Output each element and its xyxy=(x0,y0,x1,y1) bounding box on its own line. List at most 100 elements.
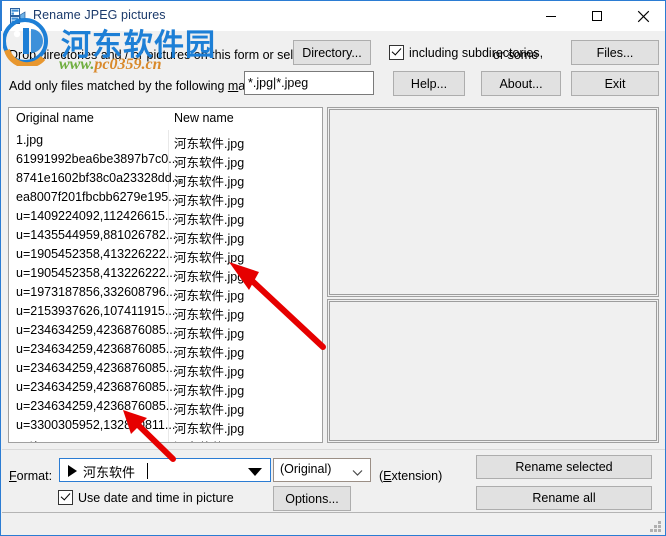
checkbox-checked-icon xyxy=(58,490,73,505)
resize-grip[interactable] xyxy=(649,520,662,533)
cell-new-name: 河东软件.jpg xyxy=(174,365,245,379)
table-row[interactable]: u=3300305952,132870811... 河东软件.jpg xyxy=(9,417,322,436)
cell-new-name: 河东软件.jpg xyxy=(174,270,245,284)
rename-jpeg-pictures-window: Rename JPEG pictures Drop directories an… xyxy=(0,0,666,536)
cell-original-name: u=3300305952,132870811... xyxy=(16,418,176,432)
cell-new-name: 河东软件.jpg xyxy=(174,232,245,246)
file-list-header: Original name New name xyxy=(9,108,322,130)
cell-new-name: 河东软件.jpg xyxy=(174,194,245,208)
exit-button[interactable]: Exit xyxy=(571,71,659,96)
cell-original-name: ea8007f201fbcbb6279e195... xyxy=(16,190,179,204)
maximize-button[interactable] xyxy=(574,1,620,31)
format-label: Format: xyxy=(9,469,52,483)
table-row[interactable]: u=1409224092,112426615... 河东软件.jpg xyxy=(9,208,322,227)
cell-original-name: u=234634259,4236876085... xyxy=(16,342,177,356)
cell-new-name: 河东软件.jpg xyxy=(174,308,245,322)
cell-original-name: u=1973187856,332608796... xyxy=(16,285,177,299)
table-row[interactable]: ea8007f201fbcbb6279e195... 河东软件.jpg xyxy=(9,189,322,208)
table-row[interactable]: u=234634259,4236876085... 河东软件.jpg xyxy=(9,322,322,341)
directory-button[interactable]: Directory... xyxy=(293,40,371,65)
close-button[interactable] xyxy=(620,1,665,31)
help-button[interactable]: Help... xyxy=(393,71,465,96)
rename-selected-button[interactable]: Rename selected xyxy=(476,455,652,479)
table-row[interactable]: u=1973187856,332608796... 河东软件.jpg xyxy=(9,284,322,303)
app-pictures-icon xyxy=(10,8,27,25)
caption-buttons xyxy=(528,1,665,31)
format-combobox-value: 河东软件 xyxy=(83,465,136,480)
drop-hint-label: Drop directories and / or pictures on th… xyxy=(9,48,321,62)
mask-input[interactable]: *.jpg|*.jpeg xyxy=(244,71,374,95)
table-row[interactable]: u=234634259,4236876085... 河东软件.jpg xyxy=(9,341,322,360)
cell-new-name: 河东软件.jpg xyxy=(174,422,245,436)
chevron-down-icon[interactable] xyxy=(352,466,363,480)
extension-label-mnemonic: E xyxy=(383,469,392,483)
table-row[interactable]: u=234634259,4236876085... 河东软件.jpg xyxy=(9,398,322,417)
mask-label-pre: Add only files matched by the following xyxy=(9,79,228,93)
extension-label-rest: xtension) xyxy=(391,469,443,483)
cell-new-name: 河东软件.jpg xyxy=(174,156,245,170)
exif-info-inner xyxy=(329,301,657,441)
cell-new-name: 河东软件.jpg xyxy=(174,251,245,265)
mask-label: Add only files matched by the following … xyxy=(9,79,279,93)
cell-original-name: u=234634259,4236876085... xyxy=(16,399,177,413)
cell-new-name: 河东软件.jpg xyxy=(174,137,245,151)
cell-original-name: 8741e1602bf38c0a23328dd... xyxy=(16,171,183,185)
minimize-button[interactable] xyxy=(528,1,574,31)
cell-original-name: u=2153937626,107411915... xyxy=(16,304,176,318)
title-bar: Rename JPEG pictures xyxy=(1,0,665,31)
cell-original-name: u=1409224092,112426615... xyxy=(16,209,176,223)
files-button[interactable]: Files... xyxy=(571,40,659,65)
cell-new-name: 河东软件.jpg xyxy=(174,289,245,303)
cell-original-name: u=1905452358,413226222... xyxy=(16,247,177,261)
table-row[interactable]: u=1905452358,413226222... 河东软件.jpg xyxy=(9,246,322,265)
extension-combobox[interactable]: (Original) xyxy=(273,458,371,482)
cell-original-name: 图片1.jpg xyxy=(16,437,68,442)
table-row[interactable]: u=1435544959,881026782... 河东软件.jpg xyxy=(9,227,322,246)
table-row[interactable]: 61991992bea6be3897b7c0... 河东软件.jpg xyxy=(9,151,322,170)
cell-original-name: u=1905452358,413226222... xyxy=(16,266,177,280)
rename-all-button[interactable]: Rename all xyxy=(476,486,652,510)
exif-info-panel[interactable] xyxy=(327,299,659,443)
extension-combobox-value: (Original) xyxy=(280,462,332,476)
file-list-rows: 1.jpg 河东软件.jpg 61991992bea6be3897b7c0... 河东… xyxy=(9,132,322,442)
status-bar xyxy=(2,512,665,535)
checkbox-checked-icon xyxy=(389,45,404,60)
cell-new-name: 河东软件.jpg xyxy=(174,175,245,189)
cell-new-name: 河东软件.jpg xyxy=(174,213,245,227)
use-date-time-checkbox[interactable]: Use date and time in picture xyxy=(58,490,234,505)
text-caret xyxy=(147,463,148,479)
format-combobox[interactable]: 河东软件 xyxy=(59,458,271,482)
cell-original-name: u=234634259,4236876085... xyxy=(16,323,177,337)
column-header-new-name[interactable]: New name xyxy=(174,111,234,125)
table-row[interactable]: u=1905452358,413226222... 河东软件.jpg xyxy=(9,265,322,284)
options-button[interactable]: Options... xyxy=(273,486,351,511)
table-row[interactable]: u=2153937626,107411915... 河东软件.jpg xyxy=(9,303,322,322)
column-header-original-name[interactable]: Original name xyxy=(16,111,94,125)
or-some-label: or some xyxy=(493,48,539,62)
about-button[interactable]: About... xyxy=(481,71,561,96)
table-row[interactable]: 8741e1602bf38c0a23328dd... 河东软件.jpg xyxy=(9,170,322,189)
table-row[interactable]: 1.jpg 河东软件.jpg xyxy=(9,132,322,151)
use-date-time-label: Use date and time in picture xyxy=(78,490,234,505)
extension-label: (Extension) xyxy=(379,469,442,483)
cell-original-name: u=234634259,4236876085... xyxy=(16,380,177,394)
table-row[interactable]: u=234634259,4236876085... 河东软件.jpg xyxy=(9,379,322,398)
format-label-rest: ormat: xyxy=(16,469,53,483)
cell-new-name: 河东软件.jpg xyxy=(174,384,245,398)
picture-preview-inner xyxy=(329,109,657,295)
cell-new-name: 河东软件.jpg xyxy=(174,346,245,360)
table-row[interactable]: 图片1.jpg 河东软件.jpg xyxy=(9,436,322,442)
picture-preview-panel[interactable] xyxy=(327,107,659,297)
chevron-down-icon[interactable] xyxy=(248,468,262,476)
cell-new-name: 河东软件.jpg xyxy=(174,403,245,417)
cell-original-name: u=1435544959,881026782... xyxy=(16,228,177,242)
window-title: Rename JPEG pictures xyxy=(33,8,166,22)
cell-new-name: 河东软件.jpg xyxy=(174,327,245,341)
cell-original-name: 1.jpg xyxy=(16,133,44,147)
file-list[interactable]: Original name New name 1.jpg 河东软件.jpg 6199… xyxy=(8,107,323,443)
format-label-mnemonic: F xyxy=(9,469,17,483)
cell-new-name: 河东软件.jpg xyxy=(174,437,244,442)
mask-label-mnemonic: m xyxy=(227,79,239,93)
play-marker-icon xyxy=(68,465,77,477)
table-row[interactable]: u=234634259,4236876085... 河东软件.jpg xyxy=(9,360,322,379)
